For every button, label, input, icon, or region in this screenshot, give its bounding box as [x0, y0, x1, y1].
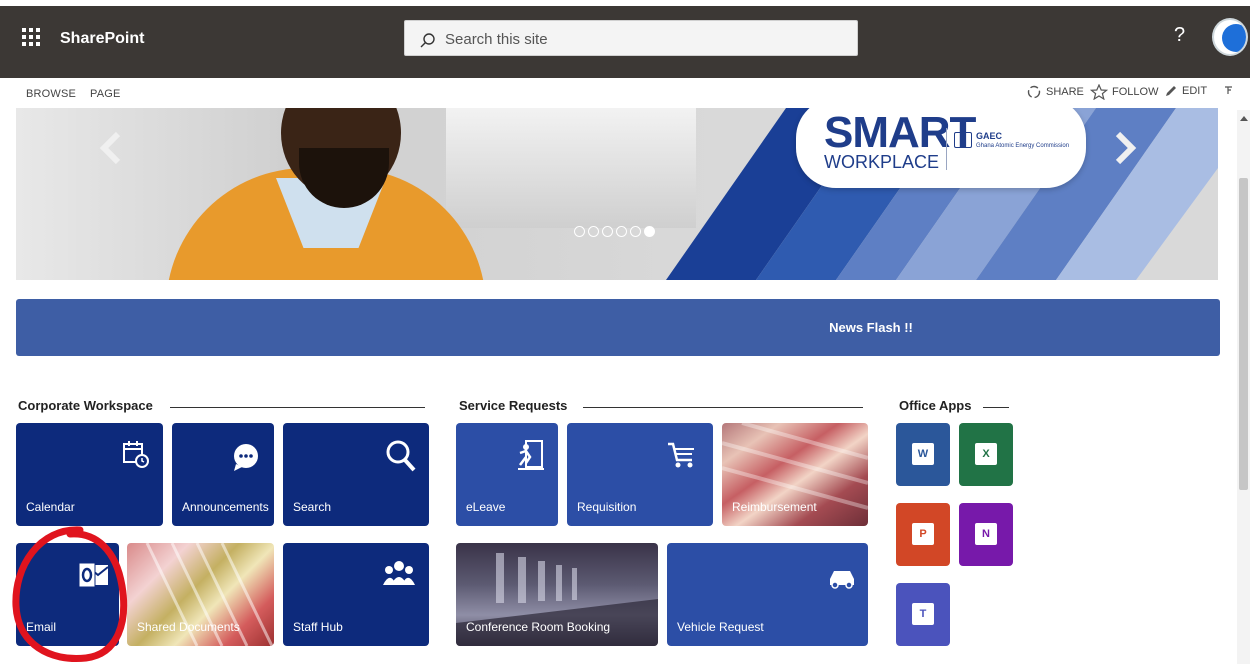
tile-conference-room-booking[interactable]: Conference Room Booking	[456, 543, 658, 646]
help-icon[interactable]: ?	[1174, 24, 1185, 47]
tile-label: Shared Documents	[137, 620, 240, 634]
share-button[interactable]: SHARE	[1026, 84, 1084, 100]
app-launcher-icon[interactable]	[22, 28, 40, 46]
powerpoint-app-tile[interactable]: P	[896, 503, 950, 566]
tile-requisition[interactable]: Requisition	[567, 423, 713, 526]
carousel-dot[interactable]	[616, 226, 627, 237]
car-icon	[830, 571, 854, 589]
hero-carousel: SMART WORKPLACE GAEC Ghana Atomic Energy…	[16, 108, 1218, 280]
tile-label: Conference Room Booking	[466, 620, 611, 634]
follow-label: FOLLOW	[1112, 86, 1159, 98]
word-app-tile[interactable]: W	[896, 423, 950, 486]
tab-page[interactable]: PAGE	[90, 88, 121, 100]
section-title-corporate: Corporate Workspace	[18, 398, 153, 413]
tile-label: Vehicle Request	[677, 620, 764, 634]
logo-title: SMART	[824, 108, 976, 157]
star-icon	[1090, 84, 1108, 100]
outlook-icon	[78, 562, 109, 588]
edit-button[interactable]: EDIT	[1164, 84, 1207, 98]
tile-label: Requisition	[577, 500, 637, 514]
teams-app-tile[interactable]: T	[896, 583, 950, 646]
search-icon	[420, 33, 435, 48]
news-flash-label: News Flash !!	[829, 320, 913, 335]
app-name[interactable]: SharePoint	[60, 30, 144, 48]
section-title-office: Office Apps	[899, 398, 972, 413]
tile-reimbursement[interactable]: Reimbursement	[722, 423, 868, 526]
people-icon	[383, 561, 415, 585]
powerpoint-icon: P	[912, 523, 934, 545]
onenote-icon: N	[975, 523, 997, 545]
edit-label: EDIT	[1182, 85, 1208, 97]
tile-staff-hub[interactable]: Staff Hub	[283, 543, 429, 646]
divider	[170, 407, 425, 408]
divider	[983, 407, 1009, 408]
teams-icon: T	[912, 603, 934, 625]
tile-vehicle-request[interactable]: Vehicle Request	[667, 543, 868, 646]
onenote-app-tile[interactable]: N	[959, 503, 1013, 566]
excel-icon: X	[975, 443, 997, 465]
scrollbar-thumb[interactable]	[1239, 178, 1248, 490]
org-short: GAEC	[976, 131, 1003, 141]
tile-eleave[interactable]: eLeave	[456, 423, 558, 526]
focus-mode-icon[interactable]	[1224, 86, 1236, 98]
search-icon	[386, 440, 416, 472]
gaec-emblem-icon	[954, 132, 972, 148]
ribbon: BROWSE PAGE SHARE FOLLOW EDIT	[0, 78, 1250, 110]
chat-bubble-icon	[234, 444, 258, 471]
tab-browse[interactable]: BROWSE	[26, 88, 76, 100]
excel-app-tile[interactable]: X	[959, 423, 1013, 486]
news-flash-bar[interactable]: News Flash !!	[16, 299, 1220, 356]
tile-label: Calendar	[26, 500, 75, 514]
pencil-icon	[1166, 86, 1176, 96]
suite-bar: SharePoint ?	[0, 0, 1250, 78]
scroll-up-icon[interactable]	[1240, 116, 1248, 121]
divider	[583, 407, 863, 408]
tile-label: Staff Hub	[293, 620, 343, 634]
tile-search[interactable]: Search	[283, 423, 429, 526]
share-label: SHARE	[1046, 86, 1084, 98]
logo-subtitle: WORKPLACE	[824, 152, 940, 172]
calendar-icon	[123, 441, 149, 468]
section-title-service: Service Requests	[459, 398, 568, 413]
carousel-dot-active[interactable]	[644, 226, 655, 237]
search-input[interactable]	[445, 27, 845, 51]
smart-workplace-logo: SMART WORKPLACE GAEC Ghana Atomic Energy…	[796, 108, 1086, 188]
carousel-prev-icon[interactable]	[96, 128, 126, 168]
org-full: Ghana Atomic Energy Commission	[976, 143, 1070, 149]
carousel-next-icon[interactable]	[1110, 128, 1140, 168]
carousel-dot[interactable]	[630, 226, 641, 237]
share-icon	[1027, 85, 1041, 99]
carousel-dot[interactable]	[588, 226, 599, 237]
carousel-pagination	[574, 226, 655, 237]
word-icon: W	[912, 443, 934, 465]
carousel-dot[interactable]	[602, 226, 613, 237]
tile-shared-documents[interactable]: Shared Documents	[127, 543, 274, 646]
follow-button[interactable]: FOLLOW	[1090, 84, 1158, 100]
tile-label: Email	[26, 620, 57, 634]
cart-icon	[668, 442, 694, 468]
vertical-scrollbar[interactable]	[1237, 110, 1250, 664]
tile-announcements[interactable]: Announcements	[172, 423, 274, 526]
tile-email[interactable]: Email	[16, 543, 119, 646]
tile-label: Reimbursement	[732, 500, 817, 514]
exit-running-icon	[518, 440, 544, 470]
tile-label: eLeave	[466, 500, 506, 514]
search-box[interactable]	[404, 20, 858, 56]
tile-calendar[interactable]: Calendar	[16, 423, 163, 526]
carousel-dot[interactable]	[574, 226, 585, 237]
tile-label: Search	[293, 500, 332, 514]
tile-label: Announcements	[182, 500, 269, 514]
top-strip	[0, 0, 1250, 6]
avatar[interactable]	[1212, 18, 1248, 56]
